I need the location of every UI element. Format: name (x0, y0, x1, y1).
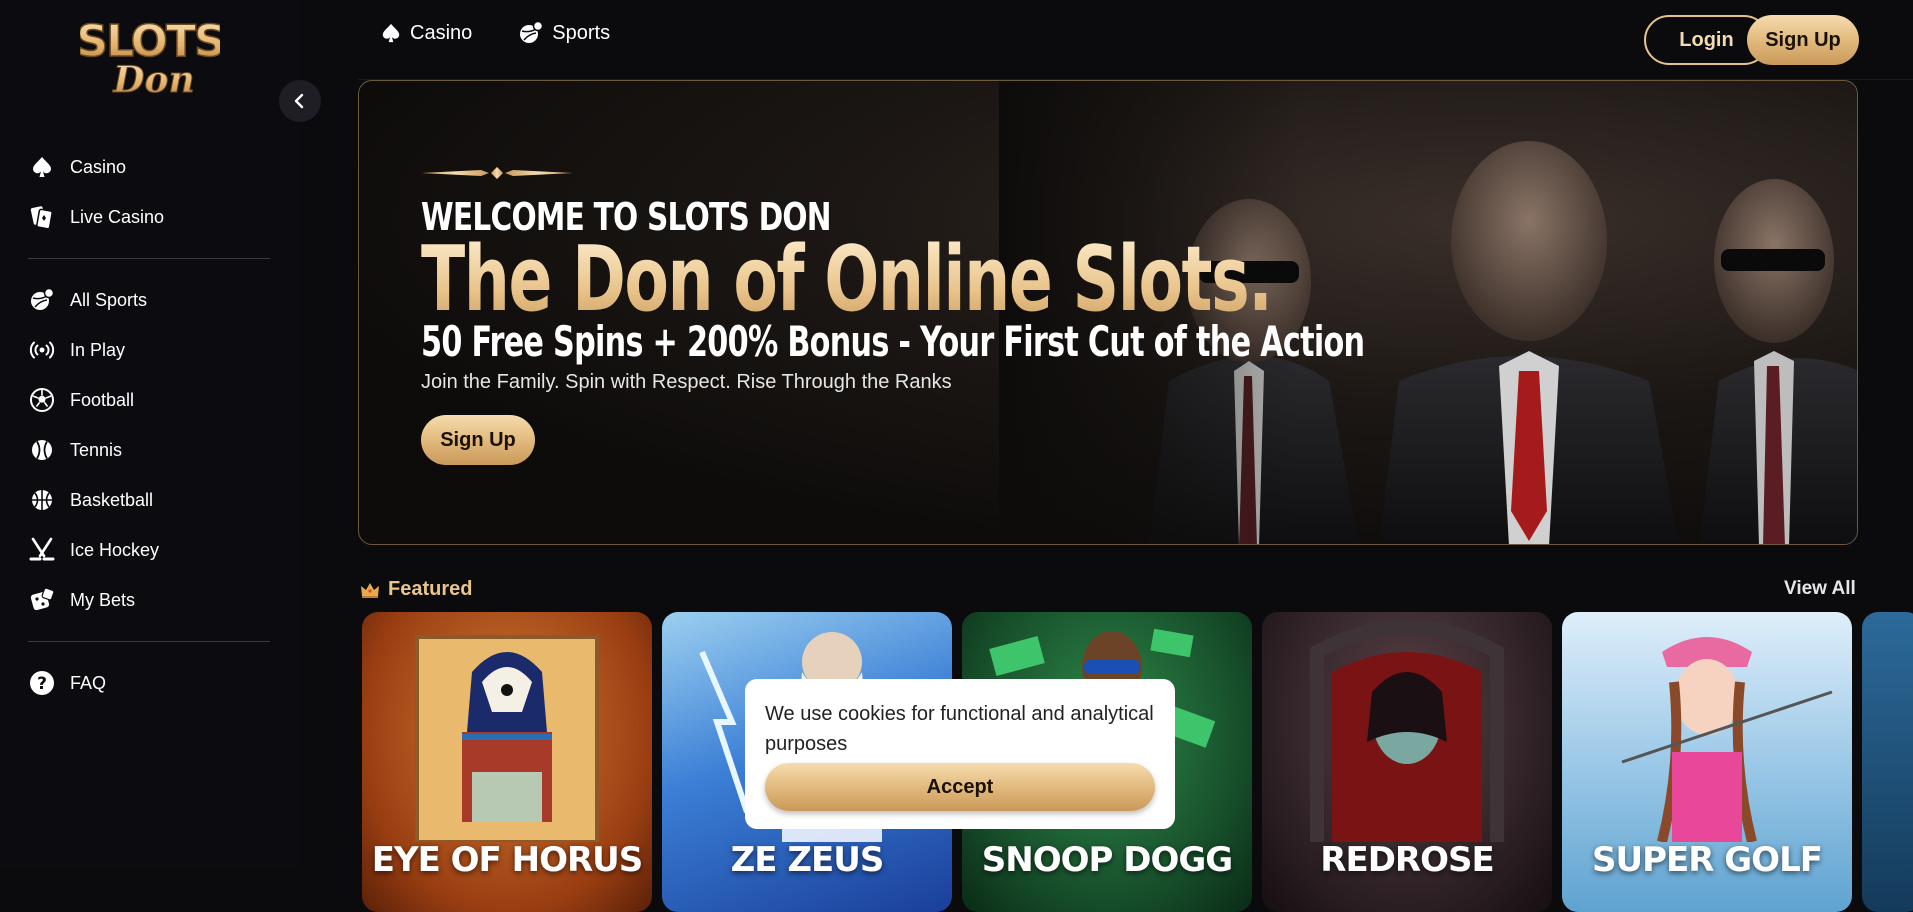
sidebar-item-label: Live Casino (70, 206, 165, 227)
top-nav: Casino Sports (380, 20, 610, 46)
view-all-link[interactable]: View All (1784, 578, 1856, 600)
cookie-text: We use cookies for functional and analyt… (765, 703, 1154, 755)
golf-artwork (1621, 637, 1833, 842)
topnav-sports-label: Sports (552, 21, 611, 44)
tennis-icon (28, 436, 56, 464)
sidebar: SLOTS Don Casino Live Casino All Sports … (0, 0, 321, 869)
collapse-sidebar-button[interactable] (279, 80, 321, 122)
spade-icon (382, 23, 400, 43)
live-signal-icon (28, 336, 56, 364)
topnav-sports[interactable]: Sports (518, 20, 610, 46)
divider (28, 258, 270, 259)
game-card-redrose[interactable]: REDROSE (1262, 612, 1552, 912)
sidebar-item-label: Ice Hockey (70, 539, 160, 560)
spade-icon (28, 153, 56, 181)
redrose-artwork (1310, 620, 1504, 842)
sidebar-item-live-casino[interactable]: Live Casino (28, 192, 270, 242)
game-name: ZE ZEUS (730, 840, 885, 880)
sidebar-item-basketball[interactable]: Basketball (28, 475, 270, 525)
sidebar-item-tennis[interactable]: Tennis (28, 425, 270, 475)
topnav-casino-label: Casino (410, 21, 473, 44)
signup-button[interactable]: Sign Up (1747, 15, 1859, 65)
crown-icon (361, 582, 379, 598)
game-card-partial[interactable] (1862, 612, 1913, 912)
topnav-casino[interactable]: Casino (380, 20, 472, 46)
ornament-divider (421, 167, 573, 179)
cookie-banner: We use cookies for functional and analyt… (745, 679, 1175, 829)
game-card-super-golf[interactable]: SUPER GOLF (1562, 612, 1852, 912)
chevron-left-icon (294, 93, 304, 109)
divider (28, 641, 270, 642)
svg-text:?: ? (37, 674, 47, 694)
basketball-icon (28, 486, 56, 514)
game-name: REDROSE (1320, 840, 1494, 880)
hero-banner: WELCOME TO SLOTS DON The Don of Online S… (358, 80, 1858, 545)
accept-cookies-button[interactable]: Accept (765, 763, 1155, 811)
sidebar-item-football[interactable]: Football (28, 375, 270, 425)
question-icon: ? (28, 669, 56, 697)
sidebar-item-label: FAQ (70, 672, 107, 693)
sports-icon (520, 20, 544, 43)
cards-icon (28, 203, 56, 231)
game-name: EYE OF HORUS (371, 840, 644, 880)
sidebar-item-label: Casino (70, 156, 127, 177)
hockey-icon (28, 536, 56, 564)
sidebar-item-label: My Bets (70, 589, 136, 610)
featured-title: Featured (388, 578, 473, 600)
sidebar-item-faq[interactable]: ? FAQ (28, 658, 270, 708)
sidebar-item-label: Tennis (70, 439, 123, 460)
football-icon (28, 386, 56, 414)
slots-don-logo[interactable]: SLOTS Don (80, 14, 220, 98)
sidebar-item-label: All Sports (70, 289, 148, 310)
featured-header: Featured (360, 578, 472, 601)
sidebar-item-all-sports[interactable]: All Sports (28, 275, 270, 325)
sidebar-item-ice-hockey[interactable]: Ice Hockey (28, 525, 270, 575)
hero-signup-button[interactable]: Sign Up (421, 415, 535, 465)
hero-subtitle: 50 Free Spins + 200% Bonus - Your First … (421, 317, 1365, 366)
sidebar-nav: Casino Live Casino All Sports In Play Fo… (28, 142, 270, 708)
svg-text:Don: Don (112, 59, 194, 98)
horus-artwork (415, 635, 599, 842)
sidebar-item-my-bets[interactable]: My Bets (28, 575, 270, 625)
sidebar-item-in-play[interactable]: In Play (28, 325, 270, 375)
game-name: SUPER GOLF (1592, 840, 1823, 880)
dice-icon (28, 586, 56, 614)
sports-icon (28, 286, 56, 314)
game-card-eye-of-horus[interactable]: EYE OF HORUS (362, 612, 652, 912)
sidebar-item-label: In Play (70, 339, 126, 360)
hero-tagline: Join the Family. Spin with Respect. Rise… (421, 371, 952, 393)
game-name: SNOOP DOGG (981, 840, 1233, 880)
sidebar-item-casino[interactable]: Casino (28, 142, 270, 192)
sidebar-item-label: Football (70, 389, 135, 410)
sidebar-item-label: Basketball (70, 489, 154, 510)
